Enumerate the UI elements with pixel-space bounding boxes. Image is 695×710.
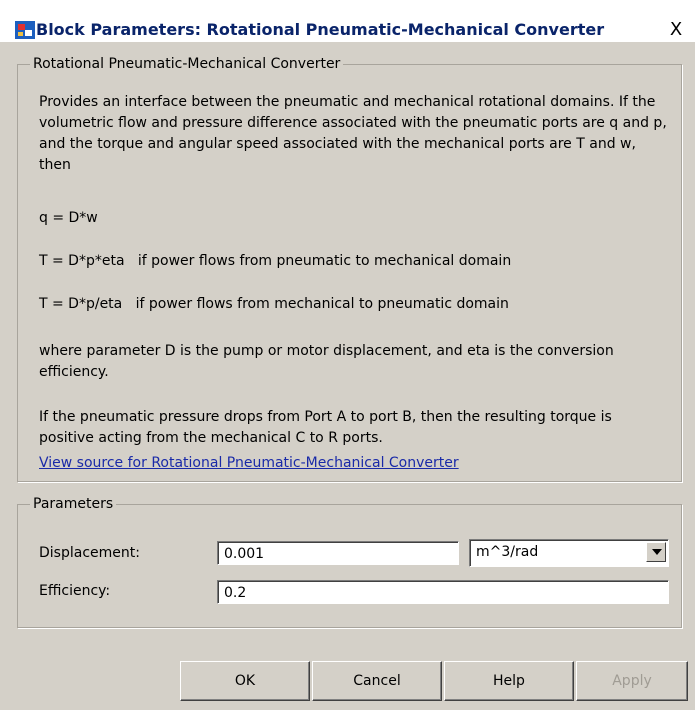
close-button[interactable]: X xyxy=(665,20,687,40)
description-paragraph-2: where parameter D is the pump or motor d… xyxy=(39,343,614,380)
parameters-group-title: Parameters xyxy=(33,496,114,512)
chevron-down-icon xyxy=(652,549,662,555)
description-paragraph-3: If the pneumatic pressure drops from Por… xyxy=(39,409,612,446)
efficiency-label: Efficiency: xyxy=(39,583,111,599)
equation-flow: q = D*w xyxy=(39,210,98,226)
displacement-input[interactable]: 0.001 xyxy=(217,541,459,565)
cancel-button[interactable]: Cancel xyxy=(312,661,442,701)
efficiency-input[interactable]: 0.2 xyxy=(217,580,669,604)
help-button[interactable]: Help xyxy=(444,661,574,701)
title-bar[interactable]: Block Parameters: Rotational Pneumatic-M… xyxy=(0,0,695,42)
apply-button[interactable]: Apply xyxy=(576,661,688,701)
window-title: Block Parameters: Rotational Pneumatic-M… xyxy=(36,20,605,39)
description-paragraph-1: Provides an interface between the pneuma… xyxy=(39,94,667,173)
equation-torque-pneumatic-to-mechanical: T = D*p*eta if power flows from pneumati… xyxy=(39,253,512,269)
simulink-block-icon xyxy=(15,21,35,39)
ok-button[interactable]: OK xyxy=(180,661,310,701)
view-source-link[interactable]: View source for Rotational Pneumatic-Mec… xyxy=(39,455,459,471)
dropdown-button[interactable] xyxy=(646,542,666,562)
description-group-title: Rotational Pneumatic-Mechanical Converte… xyxy=(33,56,341,72)
displacement-unit-select[interactable]: m^3/rad xyxy=(469,539,669,567)
equation-torque-mechanical-to-pneumatic: T = D*p/eta if power flows from mechanic… xyxy=(39,296,509,312)
displacement-unit-value: m^3/rad xyxy=(476,544,539,560)
displacement-label: Displacement: xyxy=(39,545,140,561)
